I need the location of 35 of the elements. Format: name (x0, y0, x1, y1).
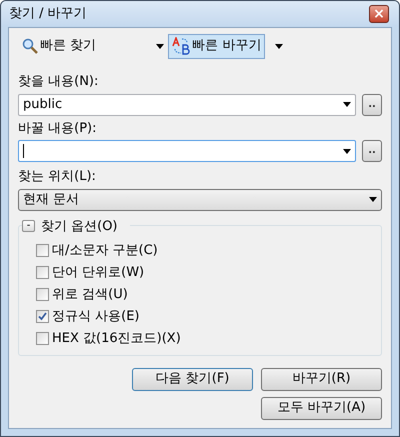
text-cursor (23, 144, 24, 158)
replace-field[interactable] (18, 140, 356, 162)
mode-tab[interactable]: 빠른 바꾸기 (168, 34, 266, 58)
checkbox-label: 정규식 사용(E) (52, 308, 140, 326)
dropdown-arrow-icon[interactable] (156, 44, 164, 48)
checkbox[interactable] (36, 288, 49, 301)
replace-icon (172, 37, 190, 55)
dialog-button[interactable]: 다음 찾기(F) (132, 368, 253, 390)
checkbox[interactable] (36, 266, 49, 279)
dialog-button[interactable]: 모두 바꾸기(A) (261, 396, 382, 420)
browse-button[interactable]: .. (362, 140, 382, 162)
dropdown-arrow-icon[interactable] (275, 44, 284, 48)
checkbox-label: HEX 값(16진코드)(X) (52, 330, 181, 348)
field-label: 바꿀 내용(P): (18, 120, 98, 138)
checkbox-label: 위로 검색(U) (52, 286, 128, 304)
magnifier-icon (22, 38, 38, 54)
dropdown-arrow-icon[interactable] (343, 102, 351, 107)
checkbox[interactable] (36, 332, 49, 345)
collapse-toggle[interactable]: - (22, 220, 35, 232)
dropdown-arrow-icon[interactable] (343, 148, 351, 154)
checkbox[interactable] (36, 244, 49, 257)
find-field[interactable]: public (18, 94, 356, 116)
checkbox[interactable] (36, 310, 49, 323)
field-label: 찾을 내용(N): (18, 73, 100, 91)
checkmark-icon (38, 312, 47, 321)
dialog-button[interactable]: 바꾸기(R) (261, 368, 382, 390)
location-dropdown[interactable]: 현재 문서 (18, 188, 382, 210)
window-title: 찾기 / 바꾸기 (9, 5, 88, 24)
dropdown-arrow-icon[interactable] (369, 197, 377, 202)
field-label: 찾는 위치(L): (18, 168, 97, 186)
checkbox-label: 단어 단위로(W) (52, 264, 144, 282)
options-title: 찾기 옵션(O) (41, 218, 118, 236)
browse-button[interactable]: .. (362, 94, 382, 116)
checkbox-label: 대/소문자 구분(C) (52, 242, 158, 260)
mode-tab[interactable]: 빠른 찾기 (18, 34, 146, 58)
